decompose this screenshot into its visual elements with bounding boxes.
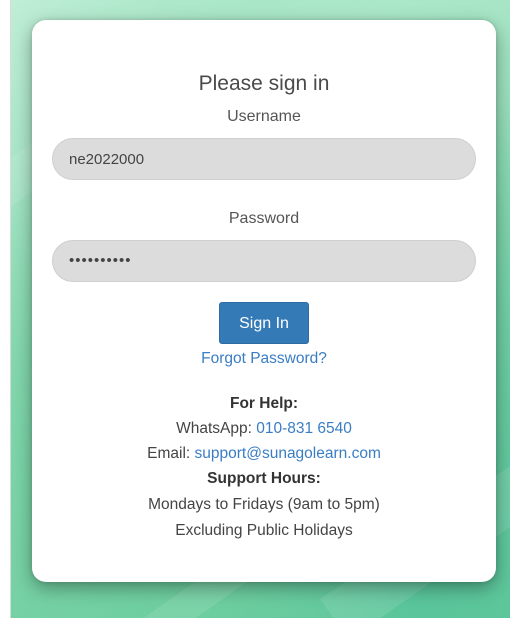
email-prefix: Email: [147,445,195,462]
email-link[interactable]: support@sunagolearn.com [195,445,381,462]
password-label: Password [228,210,300,227]
support-hours-heading: Support Hours: [207,470,321,487]
page-title: Please sign in [198,72,330,95]
support-hours-days: Mondays to Fridays (9am to 5pm) [148,496,380,513]
login-screen: Please sign in Username Password •••••••… [0,0,510,618]
forgot-password-link[interactable]: Forgot Password? [201,350,327,367]
email-line: Email: support@sunagolearn.com [32,445,496,463]
username-label: Username [227,108,301,125]
help-heading: For Help: [229,395,299,412]
whatsapp-prefix: WhatsApp: [176,420,257,437]
whatsapp-line: WhatsApp: 010-831 6540 [32,420,496,438]
whatsapp-link[interactable]: 010-831 6540 [256,420,352,437]
username-input[interactable] [52,138,476,180]
sign-in-button[interactable]: Sign In [219,302,309,344]
password-input[interactable]: •••••••••• [52,240,476,282]
support-hours-exclusion: Excluding Public Holidays [175,522,353,539]
sign-in-card: Please sign in Username Password •••••••… [32,20,496,582]
